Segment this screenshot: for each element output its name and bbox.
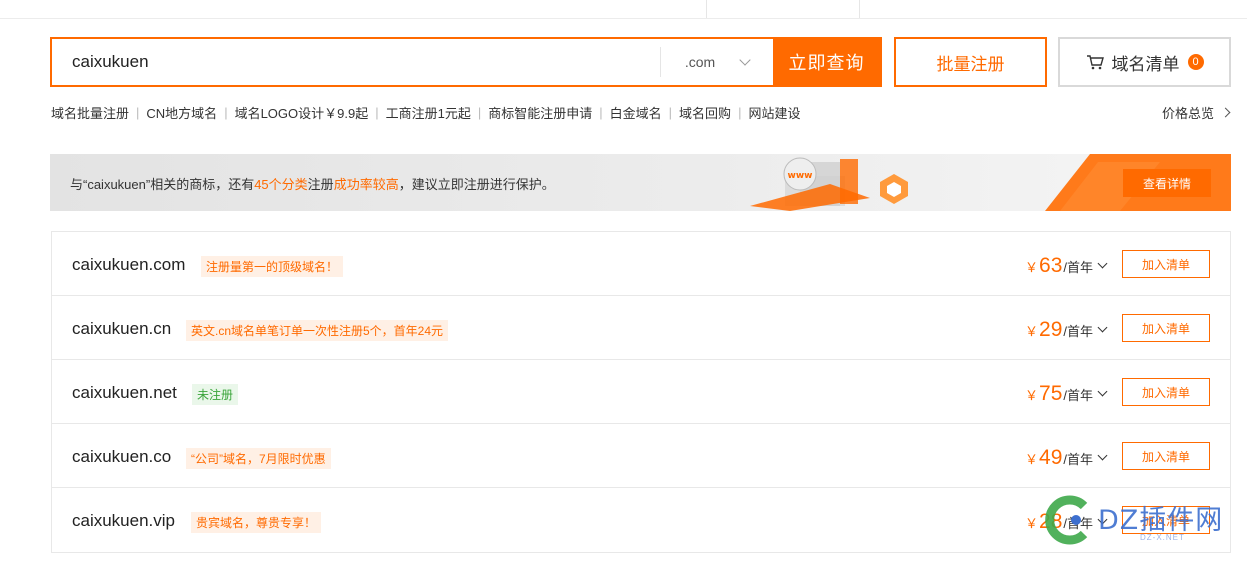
cart-icon — [1086, 55, 1104, 70]
promo-tag: 贵宾域名，尊贵专享！ — [191, 512, 322, 533]
site-watermark: DZ插件网 DZ-X.NET — [1040, 494, 1240, 546]
price-amount: 49 — [1039, 446, 1063, 469]
status-tag: 未注册 — [192, 384, 239, 405]
add-to-list-button[interactable]: 加入清单 — [1122, 378, 1210, 406]
price-unit: /首年 — [1063, 324, 1093, 339]
bulk-register-button[interactable]: 批量注册 — [894, 37, 1047, 87]
quick-link[interactable]: 白金域名 — [610, 103, 662, 122]
banner-text-part: 注册 — [307, 177, 334, 192]
banner-text-part: ，建议立即注册进行保护。 — [398, 177, 555, 192]
promo-tag: “公司”域名，7月限时优惠 — [186, 448, 331, 469]
price-unit: /首年 — [1063, 260, 1093, 275]
price-amount: 29 — [1039, 318, 1063, 341]
currency-symbol: ￥ — [1025, 324, 1039, 339]
price-amount: 75 — [1039, 382, 1063, 405]
divider: | — [375, 105, 379, 120]
banner-highlight: 45个分类 — [254, 177, 308, 192]
cart-count-badge: 0 — [1187, 54, 1204, 70]
domain-name: caixukuen.co — [72, 447, 172, 466]
currency-symbol: ￥ — [1025, 452, 1039, 467]
domain-result-row: caixukuen.com 注册量第一的顶级域名！ ￥ 63 /首年 加入清单 — [52, 232, 1230, 296]
divider: | — [477, 105, 482, 120]
currency-symbol: ￥ — [1025, 260, 1039, 275]
quick-link[interactable]: 域名LOGO设计￥9.9起 — [235, 103, 369, 122]
currency-symbol: ￥ — [1025, 388, 1039, 403]
price-selector[interactable]: ￥ 63 /首年 — [1025, 254, 1108, 278]
chevron-down-icon — [739, 54, 751, 66]
domain-name: caixukuen.vip — [72, 511, 176, 530]
banner-text-part: 与“caixukuen”相关的商标，还有 — [70, 177, 255, 192]
top-divider — [859, 0, 860, 18]
quick-link[interactable]: 网站建设 — [748, 103, 800, 122]
price-selector[interactable]: ￥ 49 /首年 — [1025, 446, 1108, 470]
top-divider — [706, 0, 707, 18]
view-details-button[interactable]: 查看详情 — [1123, 169, 1211, 197]
domain-name: caixukuen.cn — [72, 319, 172, 338]
suffix-select-value: .com — [684, 54, 716, 70]
top-strip — [0, 0, 1247, 19]
domain-result-row: caixukuen.co “公司”域名，7月限时优惠 ￥ 49 /首年 加入清单 — [52, 424, 1230, 488]
quick-link[interactable]: CN地方域名 — [146, 103, 217, 122]
domain-search-input[interactable] — [52, 39, 660, 85]
domain-search-box: .com 立即查询 — [50, 37, 882, 87]
divider: | — [224, 105, 228, 120]
price-amount: 63 — [1039, 254, 1063, 277]
add-to-list-button[interactable]: 加入清单 — [1122, 442, 1210, 470]
quick-link[interactable]: 工商注册1元起 — [386, 103, 471, 122]
domain-cart-button[interactable]: 域名清单 0 — [1058, 37, 1231, 87]
price-unit: /首年 — [1063, 388, 1093, 403]
promo-tag: 注册量第一的顶级域名！ — [201, 256, 344, 277]
add-to-list-button[interactable]: 加入清单 — [1122, 314, 1210, 342]
domain-name: caixukuen.com — [72, 255, 186, 274]
divider: | — [599, 105, 603, 120]
watermark-logo-icon — [1045, 495, 1088, 545]
chevron-right-icon — [1220, 107, 1231, 118]
watermark-text: DZ插件网 — [1098, 505, 1224, 536]
banner-highlight: 成功率较高 — [333, 177, 399, 192]
chevron-down-icon — [1097, 258, 1108, 269]
domain-name: caixukuen.net — [72, 383, 177, 402]
price-overview-label: 价格总览 — [1161, 106, 1214, 121]
price-overview-link[interactable]: 价格总览 — [1161, 103, 1231, 122]
domain-result-row: caixukuen.net 未注册 ￥ 75 /首年 加入清单 — [52, 360, 1230, 424]
price-unit: /首年 — [1063, 452, 1093, 467]
divider: | — [136, 105, 140, 120]
add-to-list-button[interactable]: 加入清单 — [1122, 250, 1210, 278]
price-selector[interactable]: ￥ 75 /首年 — [1025, 382, 1108, 406]
banner-art-text: www — [788, 171, 813, 181]
divider: | — [738, 105, 742, 120]
quick-link[interactable]: 商标智能注册申请 — [488, 103, 592, 122]
chevron-down-icon — [1097, 386, 1108, 397]
watermark-subtext: DZ-X.NET — [1140, 533, 1185, 542]
divider: | — [668, 105, 673, 120]
domain-result-row: caixukuen.cn 英文.cn域名单笔订单一次性注册5个，首年24元 ￥ … — [52, 296, 1230, 360]
suffix-select[interactable]: .com — [660, 47, 773, 77]
quick-link[interactable]: 域名回购 — [679, 103, 731, 122]
currency-symbol: ￥ — [1025, 516, 1039, 531]
banner-text: 与“caixukuen”相关的商标，还有45个分类注册成功率较高，建议立即注册进… — [70, 174, 555, 193]
chevron-down-icon — [1097, 450, 1108, 461]
promo-tag: 英文.cn域名单笔订单一次性注册5个，首年24元 — [186, 320, 449, 341]
quick-link[interactable]: 域名批量注册 — [51, 103, 129, 122]
chevron-down-icon — [1097, 322, 1108, 333]
price-selector[interactable]: ￥ 29 /首年 — [1025, 318, 1108, 342]
quick-links: 域名批量注册 | CN地方域名 | 域名LOGO设计￥9.9起 | 工商注册1元起 | … — [51, 103, 800, 122]
search-button[interactable]: 立即查询 — [773, 39, 880, 85]
cart-label: 域名清单 — [1111, 54, 1180, 74]
trademark-banner: 与“caixukuen”相关的商标，还有45个分类注册成功率较高，建议立即注册进… — [50, 154, 1231, 211]
